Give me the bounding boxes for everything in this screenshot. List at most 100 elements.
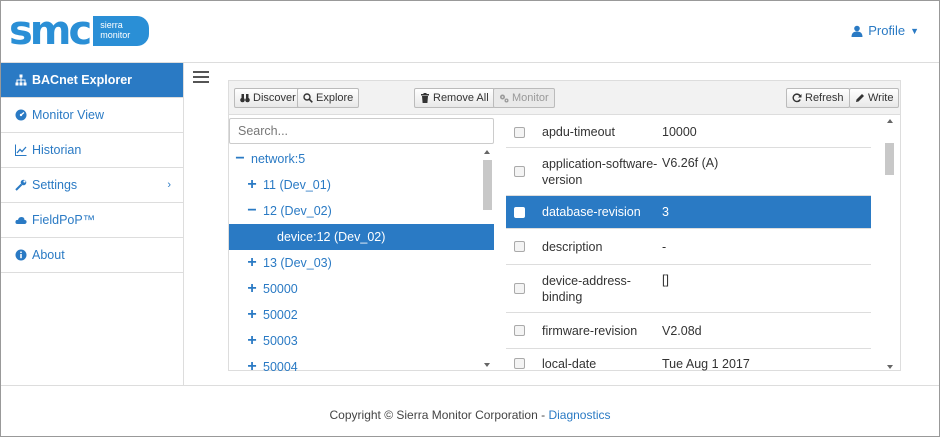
discover-label: Discover (253, 92, 296, 104)
trash-icon (421, 93, 429, 103)
refresh-label: Refresh (805, 92, 844, 104)
property-checkbox[interactable] (514, 206, 525, 218)
pencil-icon (856, 94, 864, 102)
tree-node-50004[interactable]: + 50004 (229, 354, 494, 372)
caret-down-icon: ▼ (910, 25, 919, 36)
property-checkbox[interactable] (514, 358, 525, 369)
scroll-up-icon[interactable] (484, 150, 490, 154)
property-checkbox[interactable] (514, 325, 525, 336)
discover-button[interactable]: Discover (234, 88, 302, 108)
property-name: description (542, 239, 603, 254)
refresh-button[interactable]: Refresh (786, 88, 850, 108)
sitemap-icon (14, 74, 27, 87)
cogs-icon (500, 94, 509, 103)
sidebar-item-about[interactable]: About (1, 238, 183, 273)
logo-sub-line2: monitor (100, 30, 131, 40)
property-checkbox[interactable] (514, 126, 525, 138)
tree-node-label: 12 (Dev_02) (263, 204, 332, 218)
sidebar-item-monitor-view[interactable]: Monitor View (1, 98, 183, 133)
property-name: device-address-binding (542, 273, 631, 304)
write-label: Write (868, 92, 894, 104)
profile-dropdown[interactable]: Profile ▼ (851, 23, 919, 38)
property-list: apdu-timeout 10000 application-software-… (506, 117, 871, 371)
property-name: database-revision (542, 205, 641, 219)
tree-scrollbar[interactable] (481, 148, 493, 369)
remove-all-button[interactable]: Remove All (414, 88, 495, 108)
monitor-label: Monitor (512, 92, 549, 104)
diagnostics-link[interactable]: Diagnostics (548, 408, 610, 422)
tree-node-13[interactable]: + 13 (Dev_03) (229, 250, 494, 276)
property-checkbox[interactable] (514, 241, 525, 252)
search-input[interactable] (229, 118, 494, 144)
property-checkbox[interactable] (514, 166, 525, 177)
tree-node-50000[interactable]: + 50000 (229, 276, 494, 302)
logo-sub-line1: sierra (100, 20, 123, 30)
scrollbar-thumb[interactable] (885, 143, 894, 175)
tree-node-label: 50000 (263, 282, 298, 296)
property-value: 10000 (662, 125, 697, 139)
expand-icon[interactable]: + (245, 359, 259, 372)
tree-node-12[interactable]: − 12 (Dev_02) (229, 198, 494, 224)
dashboard-icon (14, 109, 27, 122)
write-button[interactable]: Write (849, 88, 900, 108)
tree-node-label: 50003 (263, 334, 298, 348)
sidebar-item-label: Monitor View (32, 108, 105, 122)
scroll-up-icon[interactable] (887, 119, 893, 123)
top-navbar: smc sierra monitor Profile ▼ (1, 1, 939, 63)
tree-node-label: network:5 (251, 152, 306, 166)
expand-icon[interactable]: + (245, 281, 259, 297)
property-scrollbar[interactable] (883, 117, 897, 371)
explorer-toolbar: Discover Explore Remove All Monitor Refr… (229, 81, 900, 115)
monitor-button[interactable]: Monitor (493, 88, 555, 108)
property-name: apdu-timeout (542, 125, 615, 139)
tree-node-network-5[interactable]: − network:5 (229, 146, 494, 172)
property-row[interactable]: device-address-binding [] (506, 264, 871, 312)
logo-badge: sierra monitor (93, 16, 150, 46)
property-name: local-date (542, 356, 597, 371)
sidebar: BACnet Explorer Monitor View Historian S… (1, 63, 184, 385)
expand-icon[interactable]: + (245, 255, 259, 271)
property-row[interactable]: local-date Tue Aug 1 2017 (506, 348, 871, 371)
binoculars-icon (240, 94, 250, 103)
property-row[interactable]: description - (506, 228, 871, 264)
sidebar-item-fieldpop[interactable]: FieldPoP™ (1, 203, 183, 238)
tree-node-device-12[interactable]: device:12 (Dev_02) (229, 224, 494, 250)
device-tree: − network:5 + 11 (Dev_01) − 12 (Dev_02) … (229, 146, 494, 371)
collapse-icon[interactable]: − (233, 151, 247, 167)
cloud-icon (14, 214, 27, 227)
expand-icon[interactable]: + (245, 333, 259, 349)
explore-button[interactable]: Explore (297, 88, 360, 108)
scroll-down-icon[interactable] (887, 365, 893, 369)
user-icon (851, 25, 863, 37)
scrollbar-thumb[interactable] (483, 160, 492, 210)
info-icon (14, 249, 27, 262)
menu-toggle-icon[interactable] (193, 71, 209, 83)
collapse-icon[interactable]: − (245, 203, 259, 219)
property-row[interactable]: application-software-version V6.26f (A) (506, 147, 871, 195)
property-value: - (662, 239, 667, 254)
explore-label: Explore (316, 92, 354, 104)
line-chart-icon (14, 144, 27, 157)
property-row[interactable]: apdu-timeout 10000 (506, 117, 871, 147)
wrench-icon (14, 179, 27, 192)
property-value: Tue Aug 1 2017 (662, 356, 750, 371)
tree-node-50003[interactable]: + 50003 (229, 328, 494, 354)
copyright-text: Copyright © Sierra Monitor Corporation - (329, 408, 549, 422)
scroll-down-icon[interactable] (484, 363, 490, 367)
sidebar-item-bacnet-explorer[interactable]: BACnet Explorer (1, 63, 183, 98)
expand-icon[interactable]: + (245, 177, 259, 193)
property-row[interactable]: firmware-revision V2.08d (506, 312, 871, 348)
sidebar-item-historian[interactable]: Historian (1, 133, 183, 168)
sidebar-item-label: Settings (32, 178, 78, 192)
property-checkbox[interactable] (514, 283, 525, 294)
property-value: V6.26f (A) (662, 156, 719, 170)
expand-icon[interactable]: + (245, 307, 259, 323)
tree-node-11[interactable]: + 11 (Dev_01) (229, 172, 494, 198)
profile-label: Profile (868, 23, 906, 38)
smc-logo[interactable]: smc sierra monitor (9, 11, 150, 51)
search-icon (303, 93, 313, 103)
sidebar-item-settings[interactable]: Settings › (1, 168, 183, 203)
tree-node-label: 50002 (263, 308, 298, 322)
property-row[interactable]: database-revision 3 (506, 195, 871, 228)
tree-node-50002[interactable]: + 50002 (229, 302, 494, 328)
